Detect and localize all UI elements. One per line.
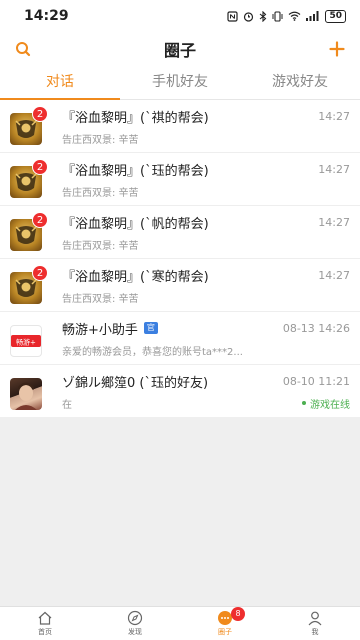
alarm-icon	[244, 11, 254, 22]
battery-indicator: 50	[325, 9, 346, 23]
conversation-name: 畅游+小助手	[62, 322, 138, 338]
signal-icon	[306, 11, 319, 21]
bluetooth-icon	[260, 10, 267, 22]
conversation-name: ゾ錦ル鄉篞0 (`珏的好友)	[62, 375, 209, 391]
conversation-name: 『浴血黎明』(`祺的帮会)	[62, 110, 209, 126]
bottom-nav: 首页 发现 圈子 8 我	[0, 606, 360, 640]
tab-game-friends[interactable]: 游戏好友	[240, 66, 360, 99]
plus-icon	[329, 41, 345, 57]
search-button[interactable]	[12, 38, 34, 60]
row-top: 『浴血黎明』(`祺的帮会) 14:27	[62, 107, 350, 126]
add-button[interactable]	[326, 38, 348, 60]
conversation-name-wrap: 畅游+小助手 官	[62, 319, 158, 338]
changyou-logo: 畅游+	[10, 325, 42, 357]
unread-badge: 2	[32, 159, 48, 175]
conversation-list: 2 『浴血黎明』(`祺的帮会) 14:27 告庄西双景: 辛苦 2 『浴血黎明』…	[0, 100, 360, 418]
row-bottom: 告庄西双景: 辛苦	[62, 237, 350, 252]
row-top: 『浴血黎明』(`珏的帮会) 14:27	[62, 160, 350, 179]
user-avatar	[10, 378, 42, 410]
nav-home-label: 首页	[38, 628, 52, 636]
conversation-time: 14:27	[318, 268, 350, 282]
last-message: 告庄西双景: 辛苦	[62, 187, 139, 199]
last-message: 告庄西双景: 辛苦	[62, 293, 139, 305]
conversation-row[interactable]: 2 『浴血黎明』(`祺的帮会) 14:27 告庄西双景: 辛苦	[0, 100, 360, 153]
conversation-row[interactable]: 2 『浴血黎明』(`珏的帮会) 14:27 告庄西双景: 辛苦	[0, 153, 360, 206]
nav-discover-label: 发现	[128, 628, 142, 636]
nav-home[interactable]: 首页	[0, 607, 90, 640]
nav-me-label: 我	[311, 628, 319, 636]
status-bar: 14:29 50	[0, 0, 360, 32]
row-bottom: 告庄西双景: 辛苦	[62, 290, 350, 305]
vibrate-icon	[272, 10, 283, 22]
tab-bar: 对话 手机好友 游戏好友	[0, 66, 360, 100]
search-icon	[16, 42, 31, 57]
row-body: ゾ錦ル鄉篞0 (`珏的好友) 08-10 11:21 在 游戏在线	[62, 372, 350, 411]
conversation-time: 08-13 14:26	[282, 321, 350, 335]
avatar-wrapper: 2	[10, 159, 50, 199]
conversation-name: 『浴血黎明』(`寒的帮会)	[62, 269, 209, 285]
row-top: 『浴血黎明』(`寒的帮会) 14:27	[62, 266, 350, 285]
tab-conversations[interactable]: 对话	[0, 66, 120, 100]
row-top: 畅游+小助手 官 08-13 14:26	[62, 319, 350, 338]
conversation-row[interactable]: ゾ錦ル鄉篞0 (`珏的好友) 08-10 11:21 在 游戏在线	[0, 365, 360, 418]
avatar-wrapper: 2	[10, 265, 50, 305]
nav-circle-badge: 8	[231, 607, 245, 621]
status-icons: 50	[227, 9, 346, 23]
nav-circle[interactable]: 圈子 8	[180, 607, 270, 640]
avatar-wrapper: 畅游+	[10, 318, 50, 358]
avatar-wrapper	[10, 371, 50, 411]
top-header: 圈子	[0, 32, 360, 66]
conversation-time: 14:27	[318, 215, 350, 229]
conversation-time: 08-10 11:21	[282, 374, 350, 388]
last-message: 告庄西双景: 辛苦	[62, 240, 139, 252]
home-icon	[36, 610, 54, 626]
compass-icon	[126, 610, 144, 626]
conversation-name: 『浴血黎明』(`珏的帮会)	[62, 163, 209, 179]
nav-circle-label: 圈子	[218, 628, 232, 636]
online-dot	[302, 401, 306, 405]
unread-badge: 2	[32, 106, 48, 122]
row-body: 畅游+小助手 官 08-13 14:26 亲爱的畅游会员，恭喜您的账号ta***…	[62, 319, 350, 358]
conversation-time: 14:27	[318, 109, 350, 123]
wifi-icon	[289, 11, 301, 21]
avatar-wrapper: 2	[10, 106, 50, 146]
conversation-row[interactable]: 2 『浴血黎明』(`寒的帮会) 14:27 告庄西双景: 辛苦	[0, 259, 360, 312]
tab-phone-friends[interactable]: 手机好友	[120, 66, 240, 99]
online-status-label: 游戏在线	[310, 399, 350, 411]
last-message: 告庄西双景: 辛苦	[62, 134, 139, 146]
conversation-row[interactable]: 畅游+ 畅游+小助手 官 08-13 14:26 亲爱的畅游会员，恭喜您的账号t…	[0, 312, 360, 365]
row-bottom: 在 游戏在线	[62, 396, 350, 411]
page-title: 圈子	[163, 41, 196, 60]
row-bottom: 告庄西双景: 辛苦	[62, 131, 350, 146]
unread-badge: 2	[32, 265, 48, 281]
conversation-row[interactable]: 2 『浴血黎明』(`帆的帮会) 14:27 告庄西双景: 辛苦	[0, 206, 360, 259]
unread-badge: 2	[32, 212, 48, 228]
online-status: 游戏在线	[302, 396, 350, 411]
last-message: 亲爱的畅游会员，恭喜您的账号ta***2...	[62, 346, 243, 358]
row-top: 『浴血黎明』(`帆的帮会) 14:27	[62, 213, 350, 232]
row-bottom: 亲爱的畅游会员，恭喜您的账号ta***2...	[62, 343, 350, 358]
user-icon	[306, 610, 324, 626]
status-time: 14:29	[24, 8, 69, 24]
svg-text:畅游+: 畅游+	[16, 338, 36, 347]
conversation-name: 『浴血黎明』(`帆的帮会)	[62, 216, 209, 232]
empty-area	[0, 417, 360, 606]
row-top: ゾ錦ル鄉篞0 (`珏的好友) 08-10 11:21	[62, 372, 350, 391]
row-body: 『浴血黎明』(`珏的帮会) 14:27 告庄西双景: 辛苦	[62, 160, 350, 199]
nav-discover[interactable]: 发现	[90, 607, 180, 640]
last-message: 在	[62, 399, 72, 411]
row-body: 『浴血黎明』(`祺的帮会) 14:27 告庄西双景: 辛苦	[62, 107, 350, 146]
nfc-icon	[227, 10, 239, 22]
row-bottom: 告庄西双景: 辛苦	[62, 184, 350, 199]
person-portrait-icon	[15, 382, 37, 410]
conversation-time: 14:27	[318, 162, 350, 176]
row-body: 『浴血黎明』(`帆的帮会) 14:27 告庄西双景: 辛苦	[62, 213, 350, 252]
official-badge: 官	[143, 322, 158, 334]
changyou-logo-icon: 畅游+	[11, 335, 41, 347]
avatar-wrapper: 2	[10, 212, 50, 252]
nav-me[interactable]: 我	[270, 607, 360, 640]
row-body: 『浴血黎明』(`寒的帮会) 14:27 告庄西双景: 辛苦	[62, 266, 350, 305]
